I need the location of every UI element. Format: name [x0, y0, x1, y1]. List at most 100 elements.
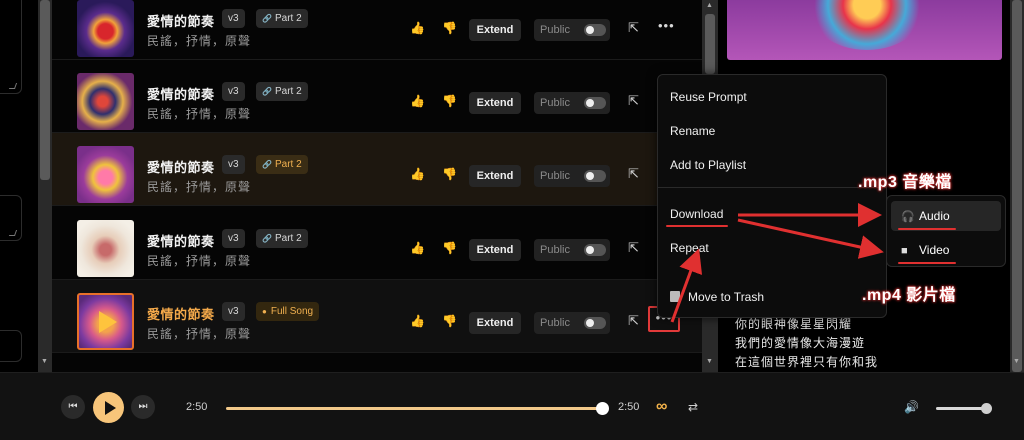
extend-button[interactable]: Extend: [469, 239, 521, 261]
download-underline: [666, 225, 728, 227]
part-badge[interactable]: Part 2: [256, 229, 308, 248]
volume-knob[interactable]: [981, 403, 992, 414]
toggle-switch[interactable]: [584, 97, 606, 109]
volume-slider[interactable]: [936, 407, 986, 410]
left-textarea[interactable]: [0, 195, 22, 241]
panel-scrollbar[interactable]: ▼: [1010, 0, 1024, 372]
public-toggle[interactable]: Public: [534, 239, 610, 261]
menu-item-move-to-trash[interactable]: Move to Trash: [670, 290, 764, 304]
thumbs-down-icon[interactable]: 👎: [442, 314, 457, 328]
volume-icon[interactable]: 🔊: [904, 400, 919, 414]
part-badge[interactable]: Part 2: [256, 82, 308, 101]
song-title[interactable]: 愛情的節奏: [147, 231, 215, 250]
song-genre: 民謠，抒情，原聲: [147, 34, 252, 48]
video-label: Video: [919, 243, 950, 257]
public-label: Public: [540, 244, 570, 256]
song-cover[interactable]: [77, 293, 134, 350]
public-label: Public: [540, 317, 570, 329]
part-badge[interactable]: Part 2: [256, 9, 308, 28]
part-badge[interactable]: Part 2: [256, 155, 308, 174]
menu-item-download[interactable]: Download: [670, 207, 723, 221]
resize-grip-icon[interactable]: [8, 230, 18, 236]
play-overlay-icon[interactable]: [99, 311, 117, 333]
toggle-switch[interactable]: [584, 317, 606, 329]
download-video-item[interactable]: ■ Video: [891, 235, 1001, 265]
scroll-up-icon[interactable]: ▲: [706, 2, 713, 9]
song-row[interactable]: 愛情的節奏 v3 Part 2 民謠，抒情，原聲 👍 👎 Extend Publ…: [52, 60, 702, 133]
thumbs-up-icon[interactable]: 👍: [410, 241, 425, 255]
extend-button[interactable]: Extend: [469, 19, 521, 41]
more-options-button[interactable]: •••: [658, 18, 675, 33]
share-icon[interactable]: ⇱: [628, 313, 639, 329]
full-song-badge[interactable]: Full Song: [256, 302, 320, 321]
song-row[interactable]: 愛情的節奏 v3 Part 2 民謠，抒情，原聲 👍 👎 Extend Publ…: [52, 0, 702, 60]
share-icon[interactable]: ⇱: [628, 93, 639, 109]
song-title[interactable]: 愛情的節奏: [147, 11, 215, 30]
skip-previous-icon[interactable]: ⏮: [61, 395, 85, 419]
public-toggle[interactable]: Public: [534, 165, 610, 187]
download-submenu: 🎧 Audio ■ Video: [886, 195, 1006, 267]
thumbs-up-icon[interactable]: 👍: [410, 314, 425, 328]
download-audio-item[interactable]: 🎧 Audio: [891, 201, 1001, 231]
toggle-switch[interactable]: [584, 244, 606, 256]
menu-divider: [658, 187, 886, 188]
song-title[interactable]: 愛情的節奏: [147, 304, 215, 323]
skip-next-icon[interactable]: ⏭: [131, 395, 155, 419]
extend-button[interactable]: Extend: [469, 92, 521, 114]
repeat-icon[interactable]: ⇄: [688, 400, 698, 414]
share-icon[interactable]: ⇱: [628, 240, 639, 256]
player-bar: ⏮ ⏭ 2:50 2:50 ∞ ⇄ 🔊: [0, 372, 1024, 440]
left-textarea[interactable]: [0, 0, 22, 94]
song-row[interactable]: 愛情的節奏 v3 Full Song 民謠，抒情，原聲 👍 👎 Extend P…: [52, 280, 702, 353]
thumbs-down-icon[interactable]: 👎: [442, 94, 457, 108]
song-options-menu: Reuse Prompt Rename Add to Playlist Down…: [657, 74, 887, 318]
resize-grip-icon[interactable]: [8, 83, 18, 89]
song-cover[interactable]: [77, 73, 134, 130]
scroll-down-icon[interactable]: ▼: [706, 358, 713, 365]
left-scrollbar[interactable]: ▼: [38, 0, 52, 372]
public-label: Public: [540, 97, 570, 109]
cover-art: [727, 0, 1002, 60]
infinite-loop-icon[interactable]: ∞: [656, 398, 667, 416]
song-cover[interactable]: [77, 146, 134, 203]
left-input[interactable]: [0, 330, 22, 362]
song-title[interactable]: 愛情的節奏: [147, 84, 215, 103]
song-row[interactable]: 愛情的節奏 v3 Part 2 民謠，抒情，原聲 👍 👎 Extend Publ…: [52, 207, 702, 280]
toggle-switch[interactable]: [584, 170, 606, 182]
song-cover[interactable]: [77, 0, 134, 57]
scrollbar-thumb[interactable]: [1012, 0, 1022, 372]
lyric-line: 我們的愛情像大海漫遊: [735, 336, 866, 350]
share-icon[interactable]: ⇱: [628, 166, 639, 182]
song-title[interactable]: 愛情的節奏: [147, 157, 215, 176]
thumbs-down-icon[interactable]: 👎: [442, 167, 457, 181]
scroll-down-icon[interactable]: ▼: [1013, 358, 1020, 365]
thumbs-up-icon[interactable]: 👍: [410, 167, 425, 181]
thumbs-up-icon[interactable]: 👍: [410, 94, 425, 108]
thumbs-down-icon[interactable]: 👎: [442, 21, 457, 35]
progress-knob[interactable]: [596, 402, 609, 415]
song-cover[interactable]: [77, 220, 134, 277]
play-button[interactable]: [93, 392, 124, 423]
scroll-down-icon[interactable]: ▼: [41, 358, 48, 365]
move-to-trash-label: Move to Trash: [688, 290, 765, 304]
toggle-switch[interactable]: [584, 24, 606, 36]
menu-item-rename[interactable]: Rename: [670, 124, 715, 138]
version-badge: v3: [222, 9, 245, 28]
thumbs-up-icon[interactable]: 👍: [410, 21, 425, 35]
extend-button[interactable]: Extend: [469, 312, 521, 334]
left-panel: [0, 0, 38, 372]
menu-item-add-to-playlist[interactable]: Add to Playlist: [670, 158, 746, 172]
menu-item-reuse-prompt[interactable]: Reuse Prompt: [670, 90, 747, 104]
thumbs-down-icon[interactable]: 👎: [442, 241, 457, 255]
version-badge: v3: [222, 229, 245, 248]
public-toggle[interactable]: Public: [534, 312, 610, 334]
scrollbar-thumb[interactable]: [705, 14, 715, 74]
extend-button[interactable]: Extend: [469, 165, 521, 187]
progress-bar[interactable]: [226, 407, 602, 410]
public-toggle[interactable]: Public: [534, 19, 610, 41]
song-row[interactable]: 愛情的節奏 v3 Part 2 民謠，抒情，原聲 👍 👎 Extend Publ…: [52, 133, 702, 206]
menu-item-repeat[interactable]: Repeat: [670, 241, 709, 255]
public-toggle[interactable]: Public: [534, 92, 610, 114]
share-icon[interactable]: ⇱: [628, 20, 639, 36]
scrollbar-thumb[interactable]: [40, 0, 50, 180]
